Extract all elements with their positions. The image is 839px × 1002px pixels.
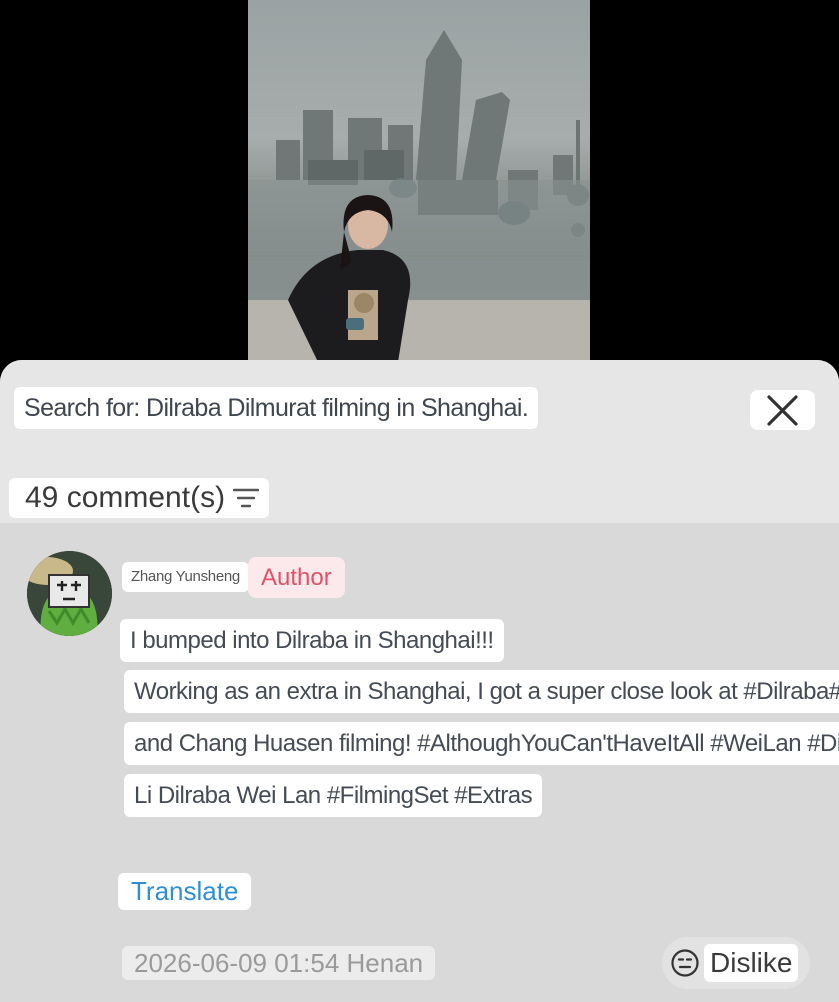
comment-meta: 2026-06-09 01:54 Henan [122, 946, 436, 980]
comments-sheet: Search for: Dilraba Dilmurat filming in … [0, 360, 839, 1002]
comment-text-line: I bumped into Dilraba in Shanghai!!! [120, 619, 504, 662]
dislike-label: Dislike [704, 944, 799, 982]
comment-text-line: and Chang Huasen filming! #AlthoughYouCa… [124, 722, 839, 765]
avatar-image [27, 551, 112, 636]
comment-count-label: 49 comment(s) [25, 481, 226, 514]
search-suggestion[interactable]: Search for: Dilraba Dilmurat filming in … [14, 387, 539, 429]
post-photo[interactable] [248, 0, 590, 362]
skyline-photo [248, 30, 590, 362]
comment-username[interactable]: Zhang Yunsheng [122, 562, 249, 592]
close-button[interactable] [750, 390, 815, 430]
sort-filter-icon [233, 488, 260, 508]
dislike-button[interactable]: Dislike [662, 937, 810, 989]
translate-link[interactable]: Translate [118, 873, 252, 910]
comment-text-line: Li Dilraba Wei Lan #FilmingSet #Extras [124, 774, 543, 817]
comment-text-line: Working as an extra in Shanghai, I got a… [124, 670, 839, 713]
avatar[interactable] [27, 551, 112, 636]
author-badge: Author [248, 557, 345, 598]
close-icon [767, 395, 798, 426]
comment-count[interactable]: 49 comment(s) [9, 478, 270, 518]
neutral-face-icon [671, 949, 699, 977]
